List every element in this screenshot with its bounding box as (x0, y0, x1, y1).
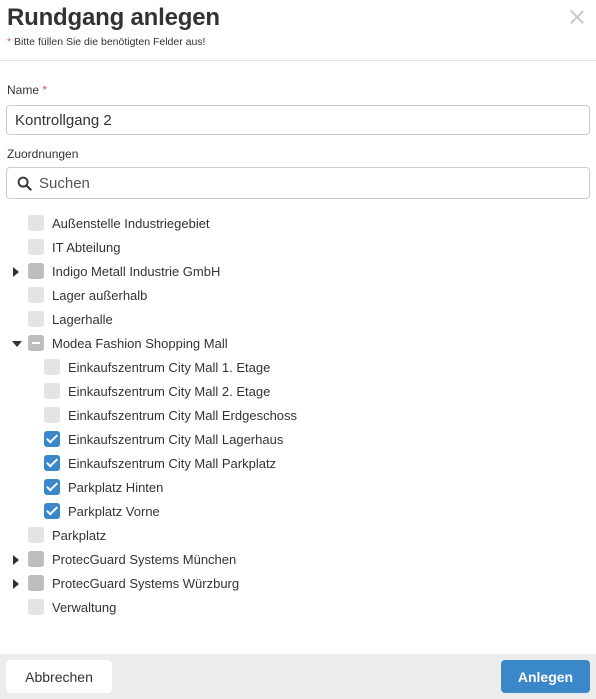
create-button[interactable]: Anlegen (501, 660, 590, 693)
tree-row[interactable]: Einkaufszentrum City Mall 2. Etage (0, 380, 596, 404)
search-input[interactable] (39, 168, 579, 198)
tree-checkbox[interactable] (28, 335, 44, 351)
required-star: * (7, 36, 12, 48)
tree-checkbox[interactable] (44, 455, 60, 471)
tree-checkbox[interactable] (44, 407, 60, 423)
name-label: Name * (7, 83, 47, 97)
assignments-search[interactable] (6, 167, 590, 199)
tree-checkbox[interactable] (44, 359, 60, 375)
name-label-text: Name (7, 83, 40, 97)
tree-checkbox[interactable] (28, 551, 44, 567)
caret-right-icon[interactable] (13, 267, 19, 277)
tree-checkbox[interactable] (28, 287, 44, 303)
tree-row-label: Einkaufszentrum City Mall Erdgeschoss (68, 408, 298, 423)
tree-row[interactable]: ProtecGuard Systems Würzburg (0, 572, 596, 596)
tree-row-label: IT Abteilung (52, 240, 121, 255)
tree-row-label: Einkaufszentrum City Mall 2. Etage (68, 384, 271, 399)
caret-right-icon[interactable] (13, 555, 19, 565)
tree-checkbox[interactable] (28, 263, 44, 279)
tree-row-label: Indigo Metall Industrie GmbH (52, 264, 221, 279)
tree-row[interactable]: Parkplatz (0, 524, 596, 548)
header-divider (0, 60, 596, 61)
tree-row-label: Einkaufszentrum City Mall Parkplatz (68, 456, 277, 471)
tree-row-label: Modea Fashion Shopping Mall (52, 336, 228, 351)
tree-checkbox[interactable] (28, 311, 44, 327)
tree-checkbox[interactable] (44, 431, 60, 447)
tree-row[interactable]: Einkaufszentrum City Mall 1. Etage (0, 356, 596, 380)
tree-row-label: Parkplatz Hinten (68, 480, 164, 495)
tree-row[interactable]: Verwaltung (0, 596, 596, 620)
dialog-title: Rundgang anlegen (7, 4, 220, 31)
caret-down-icon[interactable] (12, 341, 22, 347)
tree-checkbox[interactable] (28, 527, 44, 543)
tree-checkbox[interactable] (44, 479, 60, 495)
cancel-button[interactable]: Abbrechen (6, 660, 112, 693)
tree-row[interactable]: Einkaufszentrum City Mall Lagerhaus (0, 428, 596, 452)
tree-row[interactable]: Einkaufszentrum City Mall Erdgeschoss (0, 404, 596, 428)
tree-row[interactable]: Lager außerhalb (0, 284, 596, 308)
dialog-footer: Abbrechen Anlegen (0, 654, 596, 699)
tree-checkbox[interactable] (44, 503, 60, 519)
tree-checkbox[interactable] (28, 575, 44, 591)
tree-row-label: Lagerhalle (52, 312, 113, 327)
tree-row-label: ProtecGuard Systems Würzburg (52, 576, 240, 591)
assignments-label: Zuordnungen (7, 147, 79, 161)
tree-row[interactable]: IT Abteilung (0, 236, 596, 260)
tree-row[interactable]: Parkplatz Hinten (0, 476, 596, 500)
tree-row-label: Lager außerhalb (52, 288, 148, 303)
tree-row[interactable]: Einkaufszentrum City Mall Parkplatz (0, 452, 596, 476)
tree-row-label: Einkaufszentrum City Mall 1. Etage (68, 360, 271, 375)
tree-row-label: Einkaufszentrum City Mall Lagerhaus (68, 432, 284, 447)
tree-row-label: Parkplatz (52, 528, 107, 543)
tree-row-label: Parkplatz Vorne (68, 504, 160, 519)
name-required-star: * (42, 83, 48, 97)
tree-row-label: Außenstelle Industriegebiet (52, 216, 210, 231)
required-fields-note: * Bitte füllen Sie die benötigten Felder… (7, 36, 205, 48)
tree-row[interactable]: Parkplatz Vorne (0, 500, 596, 524)
tree-row-label: ProtecGuard Systems München (52, 552, 237, 567)
search-icon (17, 176, 32, 191)
name-input[interactable] (6, 105, 590, 135)
required-note-text: Bitte füllen Sie die benötigten Felder a… (14, 36, 206, 48)
tree-row[interactable]: ProtecGuard Systems München (0, 548, 596, 572)
tree-row[interactable]: Indigo Metall Industrie GmbH (0, 260, 596, 284)
tree-checkbox[interactable] (28, 215, 44, 231)
tree-checkbox[interactable] (44, 383, 60, 399)
tree-checkbox[interactable] (28, 239, 44, 255)
tree-row[interactable]: Außenstelle Industriegebiet (0, 212, 596, 236)
tree-row[interactable]: Modea Fashion Shopping Mall (0, 332, 596, 356)
tree-checkbox[interactable] (28, 599, 44, 615)
create-tour-dialog: Rundgang anlegen * Bitte füllen Sie die … (0, 0, 596, 699)
tree-row[interactable]: Lagerhalle (0, 308, 596, 332)
caret-right-icon[interactable] (13, 579, 19, 589)
tree-row-label: Verwaltung (52, 600, 117, 615)
close-icon[interactable] (566, 6, 588, 28)
